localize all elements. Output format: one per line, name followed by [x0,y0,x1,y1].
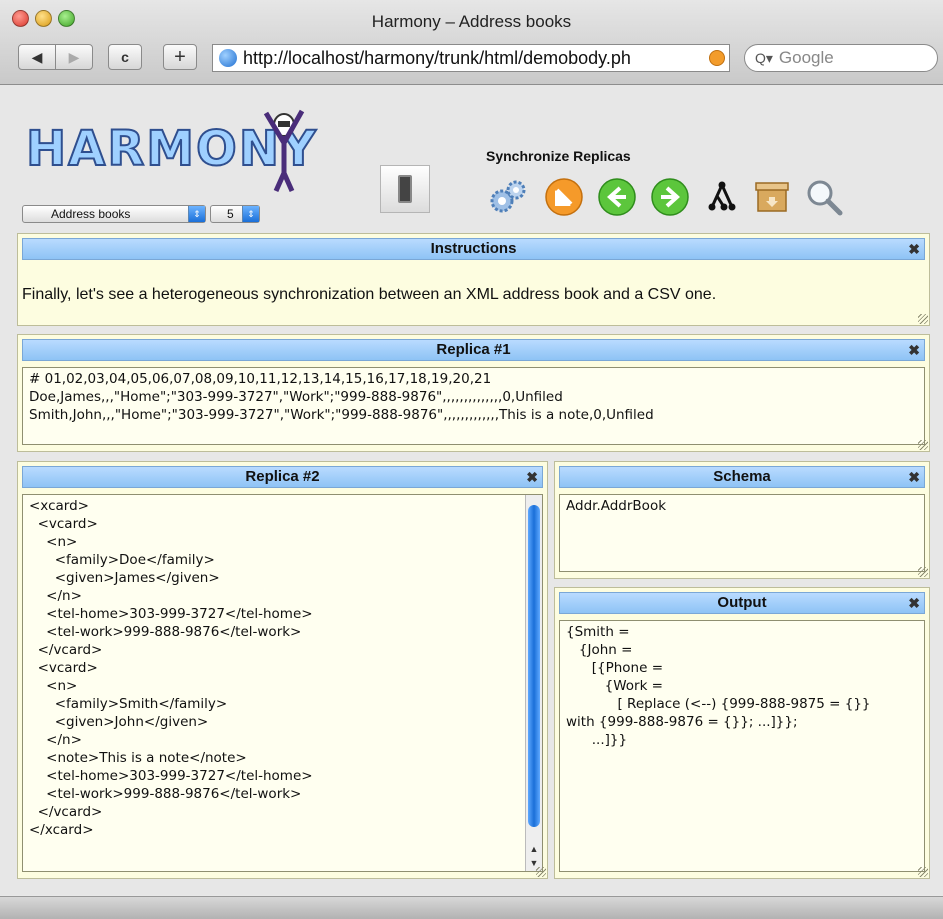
url-text: http://localhost/harmony/trunk/html/demo… [243,47,631,68]
output-title: Output [717,594,767,611]
instructions-header: Instructions ✖ [22,238,925,260]
demo-select-value: Address books [51,207,131,221]
schema-header: Schema ✖ [559,466,925,488]
left-arrow-icon [598,178,636,216]
replica1-content: # 01,02,03,04,05,06,07,08,09,10,11,12,13… [29,371,654,423]
replica2-content: <xcard> <vcard> <n> <family>Doe</family>… [29,498,313,838]
search-icon: Q▾ [755,49,773,66]
stick-figure-icon [263,109,305,193]
replica2-title: Replica #2 [245,468,320,485]
back-button[interactable]: ◀ [18,44,56,70]
forward-arrow-icon: ▶ [68,48,80,65]
globe-icon [219,49,237,67]
updown-arrow-icon: ⇕ [242,206,259,222]
demo-select[interactable]: Address books ⇕ [22,205,206,223]
replica1-textarea[interactable]: # 01,02,03,04,05,06,07,08,09,10,11,12,13… [22,367,925,445]
close-icon[interactable]: ✖ [908,468,920,486]
close-icon[interactable]: ✖ [908,594,920,612]
step-select[interactable]: 5 ⇕ [210,205,260,223]
archive-button[interactable] [752,177,792,217]
tree-view-button[interactable] [702,177,742,217]
replica2-panel: Replica #2 ✖ <xcard> <vcard> <n> <family… [17,461,548,879]
next-button[interactable] [650,177,690,217]
resize-grip-icon[interactable] [918,867,928,877]
previous-button[interactable] [597,177,637,217]
schema-textarea[interactable]: Addr.AddrBook [559,494,925,572]
add-bookmark-button[interactable]: + [163,44,197,70]
archive-box-icon [755,182,789,212]
orange-circle-icon [545,178,583,216]
resize-grip-icon[interactable] [918,567,928,577]
output-panel: Output ✖ {Smith = {John = [{Phone = {Wor… [554,587,930,879]
replica2-header: Replica #2 ✖ [22,466,543,488]
output-textarea[interactable]: {Smith = {John = [{Phone = {Work = [ Rep… [559,620,925,872]
magnifier-icon [807,180,843,216]
resize-grip-icon[interactable] [918,314,928,324]
reload-icon: c [121,49,129,65]
output-header: Output ✖ [559,592,925,614]
synchronize-button[interactable] [488,177,528,217]
search-button[interactable] [804,177,844,217]
page-content: HARMONY Address books ⇕ 5 ⇕ Synchronize … [0,85,943,895]
plus-icon: + [174,45,186,68]
resize-grip-icon[interactable] [536,867,546,877]
toolbar-title: Synchronize Replicas [486,148,631,164]
window-title: Harmony – Address books [371,12,572,31]
right-arrow-icon [651,178,689,216]
schema-title: Schema [713,468,771,485]
replica1-title: Replica #1 [436,341,511,358]
instructions-text: Finally, let's see a heterogeneous synch… [22,286,717,303]
orange-action-button[interactable] [544,177,584,217]
replica1-panel: Replica #1 ✖ # 01,02,03,04,05,06,07,08,0… [17,334,930,452]
power-switch-button[interactable] [380,165,430,213]
gears-icon [490,180,526,213]
replica2-textarea[interactable]: <xcard> <vcard> <n> <family>Doe</family>… [22,494,543,872]
forward-button[interactable]: ▶ [55,44,93,70]
scrollbar-thumb[interactable] [528,505,540,827]
browser-titlebar: Harmony – Address books ◀ ▶ c + http://l… [0,0,943,85]
address-bar[interactable]: http://localhost/harmony/trunk/html/demo… [212,44,730,72]
close-icon[interactable]: ✖ [908,240,920,258]
scroll-up-icon[interactable]: ▲ [528,843,540,855]
step-select-value: 5 [227,207,234,221]
rss-icon[interactable] [709,50,725,66]
search-placeholder: Google [778,48,834,67]
instructions-title: Instructions [430,240,517,257]
schema-content: Addr.AddrBook [566,498,667,514]
replica1-header: Replica #1 ✖ [22,339,925,361]
schema-panel: Schema ✖ Addr.AddrBook [554,461,930,579]
output-content: {Smith = {John = [{Phone = {Work = [ Rep… [566,624,871,748]
replica2-scrollbar[interactable]: ▲ ▼ [525,495,542,871]
instructions-panel: Instructions ✖ Finally, let's see a hete… [17,233,930,326]
switch-icon [398,175,412,203]
resize-grip-icon[interactable] [918,440,928,450]
close-icon[interactable]: ✖ [908,341,920,359]
browser-status-bar [0,896,943,919]
updown-arrow-icon: ⇕ [188,206,205,222]
close-icon[interactable]: ✖ [526,468,538,486]
tree-icon [708,181,736,211]
reload-button[interactable]: c [108,44,142,70]
back-arrow-icon: ◀ [31,48,43,65]
search-field[interactable]: Q▾ Google [744,44,938,72]
